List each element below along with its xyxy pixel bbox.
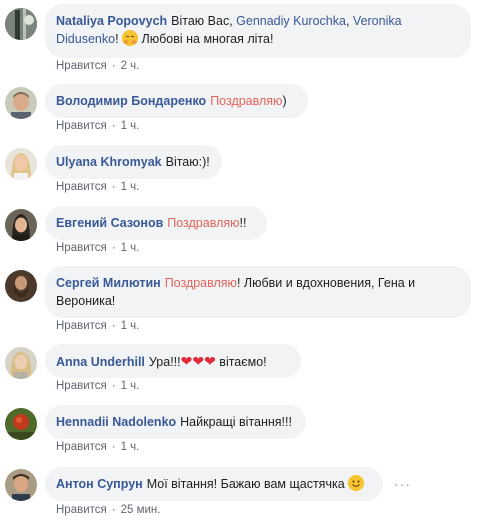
separator: · [111,120,116,132]
comment-text: !! [239,216,247,230]
hug-emoji-icon [122,30,139,46]
comment-meta: Нравится · 1 ч. [56,441,139,453]
comment-bubble: Ulyana Khromyak Вітаю:)! [45,145,222,179]
comment-text: ! [115,32,119,46]
highlighted-word[interactable]: Поздравляю [210,94,282,108]
comment-text: ) [282,94,287,108]
comment-text: Найкращі вітання!!! [180,415,292,429]
comment-meta: Нравится · 1 ч. [56,320,139,332]
mention-link[interactable]: Veronika [353,14,402,28]
heart-icon: ❤ [192,353,205,369]
avatar[interactable] [5,148,37,180]
heart-icon: ❤ [204,353,216,369]
comment-bubble: Hennadii Nadolenko Найкращі вітання!!! [45,405,306,439]
avatar[interactable] [5,469,37,501]
timestamp[interactable]: 1 ч. [121,320,140,332]
highlighted-word[interactable]: Поздравляю [165,276,237,290]
comment-bubble: Евгений Сазонов Поздравляю!! [45,206,267,240]
comment-meta: Нравится · 1 ч. [56,120,139,132]
comment-meta: Нравится · 1 ч. [56,242,139,254]
like-link[interactable]: Нравится [56,320,107,332]
comment-meta: Нравится · 1 ч. [56,380,139,392]
comment-text: Вітаю Вас, [171,14,233,28]
comment-text: Мої вітання! Бажаю вам щастячка [146,477,345,491]
like-link[interactable]: Нравится [56,504,107,516]
separator: · [111,181,116,193]
comment-author[interactable]: Антон Супрун [56,477,143,491]
comment-author[interactable]: Володимир Бондаренко [56,94,206,108]
comment-bubble: Володимир Бондаренко Поздравляю) [45,84,308,118]
mention-link[interactable]: Gennadiy Kurochka [236,14,346,28]
timestamp[interactable]: 1 ч. [121,120,140,132]
timestamp[interactable]: 1 ч. [121,242,140,254]
separator: · [111,441,116,453]
like-link[interactable]: Нравится [56,380,107,392]
comment-author[interactable]: Anna Underhill [56,355,145,369]
heart-icon: ❤ [180,353,193,369]
comment-text: Вітаю:)! [165,155,210,169]
comment-author[interactable]: Hennadii Nadolenko [56,415,176,429]
avatar[interactable] [5,408,37,440]
separator: · [111,504,116,516]
more-horizontal-icon[interactable]: ··· [394,476,411,492]
highlighted-word[interactable]: Поздравляю [167,216,239,230]
timestamp[interactable]: 1 ч. [121,181,140,193]
mention-link[interactable]: Didusenko [56,32,115,46]
comment-bubble: Антон Супрун Мої вітання! Бажаю вам щастя… [45,467,383,501]
avatar[interactable] [5,347,37,379]
smile-emoji-icon [348,475,365,491]
like-link[interactable]: Нравится [56,242,107,254]
timestamp[interactable]: 1 ч. [121,380,140,392]
like-link[interactable]: Нравится [56,441,107,453]
comment-meta: Нравится · 2 ч. [56,60,139,72]
avatar[interactable] [5,87,37,119]
comment-author[interactable]: Сергей Милютин [56,276,161,290]
comment-text: Вероника! [56,294,116,308]
avatar[interactable] [5,8,37,40]
comment-bubble: Сергей Милютин Поздравляю! Любви и вдохно… [45,266,471,318]
like-link[interactable]: Нравится [56,120,107,132]
avatar[interactable] [5,209,37,241]
comment-text: вітаємо! [219,355,267,369]
separator: · [111,380,116,392]
comment-author[interactable]: Ulyana Khromyak [56,155,162,169]
separator: · [111,60,116,72]
separator: · [111,242,116,254]
comment-text: ! Любви и вдохновения, Гена и [236,276,416,290]
comment-bubble: Nataliya Popovych Вітаю Вас, Gennadiy Kur… [45,4,471,58]
timestamp[interactable]: 1 ч. [121,441,140,453]
comment-text: Ура!!! [148,355,181,369]
comment-author[interactable]: Евгений Сазонов [56,216,163,230]
like-link[interactable]: Нравится [56,181,107,193]
comment-meta: Нравится · 25 мин. [56,504,160,516]
comment-author[interactable]: Nataliya Popovych [56,14,167,28]
like-link[interactable]: Нравится [56,60,107,72]
comment-bubble: Anna Underhill Ура!!!❤❤❤ вітаємо! [45,344,301,378]
comment-text: Любові на многая літа! [141,32,274,46]
timestamp[interactable]: 2 ч. [121,60,140,72]
comment-meta: Нравится · 1 ч. [56,181,139,193]
avatar[interactable] [5,270,37,302]
comment-text: , [345,14,350,28]
timestamp[interactable]: 25 мин. [121,504,161,516]
separator: · [111,320,116,332]
